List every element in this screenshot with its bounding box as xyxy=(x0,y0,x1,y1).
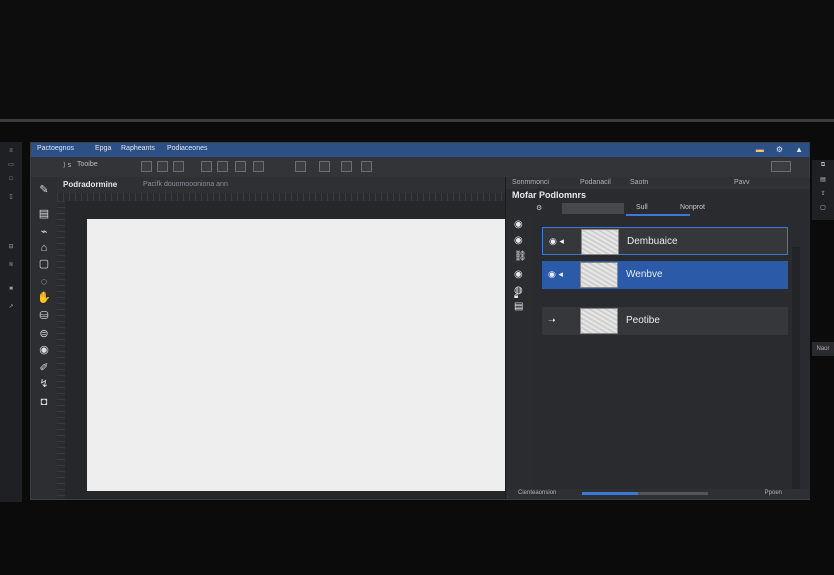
layer-visibility-icon[interactable]: ◉ ◂ xyxy=(549,236,564,247)
option-dropdown[interactable] xyxy=(771,161,791,172)
left-sliver-item[interactable]: ■ xyxy=(0,282,22,296)
right-sliver-icon[interactable]: ▢ xyxy=(816,204,830,214)
options-bar: ⟩ s Tooibe xyxy=(31,157,809,178)
right-sliver-icon[interactable]: ⧉ xyxy=(816,162,830,172)
panel-scrollbar[interactable] xyxy=(792,247,800,497)
footer-progress[interactable] xyxy=(582,492,638,495)
camera-icon[interactable]: ◘ xyxy=(36,395,52,409)
shape-tool-icon[interactable]: ⌂ xyxy=(36,241,52,255)
panel-title-prefix: Mofar xyxy=(512,190,537,200)
left-sliver-item[interactable]: ▭ xyxy=(0,158,22,172)
left-sliver-item[interactable]: ⊟ xyxy=(0,240,22,254)
layers-panel: Sonmmonci Podanacil Saotn Pavv Mofar Pod… xyxy=(505,177,810,499)
canvas[interactable] xyxy=(87,219,507,491)
right-sliver-icon[interactable]: ⇪ xyxy=(816,190,830,200)
layer-row-selected[interactable]: ◉ ◂ Wenbve xyxy=(542,261,788,289)
footer-right-label: Ppoen xyxy=(764,490,782,496)
panel-title-text: Podlomnrs xyxy=(539,190,587,200)
background-top xyxy=(0,0,834,120)
menu-item[interactable]: Epga xyxy=(95,145,111,152)
right-app-sliver: ⧉ ▤ ⇪ ▢ xyxy=(812,160,834,220)
left-sliver-item[interactable]: ≡ xyxy=(0,144,22,158)
left-sliver-item[interactable]: ≋ xyxy=(0,258,22,272)
divider xyxy=(0,119,834,122)
lock-icon[interactable]: 🔒︎ xyxy=(514,291,518,301)
panel-tabs: ⚙ Sull Nonprot xyxy=(536,203,796,215)
settings-icon[interactable]: ⚙ xyxy=(776,145,783,154)
panel-header-tab[interactable]: Sonmmonci xyxy=(512,179,549,186)
lasso-icon[interactable]: ◌ xyxy=(36,275,52,289)
crop-icon[interactable]: ▢ xyxy=(36,257,52,271)
document-tab[interactable]: Podradormine Pacifk douomoooniona ann xyxy=(57,177,507,193)
panel-tab[interactable]: Sull xyxy=(636,204,648,211)
layer-name: Wenbve xyxy=(626,269,663,280)
option-button[interactable] xyxy=(235,161,246,172)
pen-tool-icon[interactable]: ⌁ xyxy=(36,225,52,239)
layer-row[interactable]: ◉ ◂ Dembuaice xyxy=(542,227,788,255)
vertical-ruler xyxy=(57,201,65,499)
left-sliver-item[interactable]: ▯ xyxy=(0,190,22,204)
left-app-sliver: ≡ ▭ □ ▯ ⊟ ≋ ■ ↗ xyxy=(0,142,22,502)
eraser-icon[interactable]: ↯ xyxy=(36,377,52,391)
horizontal-ruler xyxy=(57,193,507,201)
footer-label: Cienteaonsion xyxy=(518,490,557,496)
menu-item[interactable]: Rapheants xyxy=(121,145,155,152)
panel-footer: Cienteaonsion Ppoen xyxy=(506,489,810,499)
footer-progress-track[interactable] xyxy=(638,492,708,495)
menu-item[interactable]: Pactoegnos xyxy=(37,145,74,152)
layer-thumbnail xyxy=(580,262,618,288)
user-icon[interactable]: ▲ xyxy=(795,145,803,154)
layer-name: Dembuaice xyxy=(627,236,678,247)
panel-header-tab[interactable]: Saotn xyxy=(630,179,648,186)
option-button[interactable] xyxy=(361,161,372,172)
right-sliver-label: Naor xyxy=(812,342,834,356)
left-sliver-item[interactable]: ↗ xyxy=(0,300,22,314)
panel-title: Mofar Podlomnrs xyxy=(512,190,586,200)
eye-icon[interactable]: ◉ xyxy=(514,219,523,230)
pencil-icon[interactable]: ✐ xyxy=(36,361,52,375)
visibility-column: ◉ ◉ ⛓ ◉ ◍ ▤ xyxy=(506,215,534,499)
hand-icon[interactable]: ✋ xyxy=(36,291,52,305)
layer-row[interactable]: ➝ Peotibe xyxy=(542,307,788,335)
layer-thumbnail xyxy=(580,308,618,334)
stamp-icon[interactable]: ⛁ xyxy=(36,309,52,323)
panel-tab[interactable]: Nonprot xyxy=(680,204,705,211)
circle-tool-button[interactable] xyxy=(217,161,228,172)
heal-icon[interactable]: ⊜ xyxy=(36,327,52,341)
option-button[interactable] xyxy=(141,161,152,172)
right-sliver-icon[interactable]: ▤ xyxy=(816,176,830,186)
editor-window: Pactoegnos Epga Rapheants Podiaceones ▬ … xyxy=(30,142,810,500)
tools-panel: ✎ ▤ ⌁ ⌂ ▢ ◌ ✋ ⛁ ⊜ ◉ ✐ ↯ ◘ xyxy=(31,177,58,499)
menubar: Pactoegnos Epga Rapheants Podiaceones ▬ … xyxy=(31,143,809,157)
layer-visibility-icon[interactable]: ◉ ◂ xyxy=(548,269,563,280)
panel-header-tab[interactable]: Pavv xyxy=(734,179,750,186)
layer-link-icon[interactable]: ➝ xyxy=(548,315,556,326)
brush-icon[interactable]: ✎ xyxy=(36,183,52,197)
layers-tool-icon[interactable]: ▤ xyxy=(36,207,52,221)
layer-name: Peotibe xyxy=(626,315,660,326)
eye-icon[interactable]: ◉ xyxy=(514,269,523,280)
option-button[interactable] xyxy=(253,161,264,172)
document-subtitle: Pacifk douomoooniona ann xyxy=(143,181,228,188)
document-title: Podradormine xyxy=(63,180,118,189)
option-button[interactable] xyxy=(201,161,212,172)
option-button[interactable] xyxy=(319,161,330,172)
option-button[interactable] xyxy=(341,161,352,172)
eye-tool-icon[interactable]: ◉ xyxy=(36,343,52,357)
chain-icon[interactable]: ⛓ xyxy=(514,251,527,262)
options-arrow-icon[interactable]: ⟩ s xyxy=(63,161,71,169)
eye-icon[interactable]: ◉ xyxy=(514,235,523,246)
layer-thumbnail xyxy=(581,229,619,255)
panel-header: Sonmmonci Podanacil Saotn Pavv xyxy=(506,177,810,189)
folder-icon[interactable]: ▬ xyxy=(756,145,764,154)
options-label: Tooibe xyxy=(77,161,98,168)
option-button[interactable] xyxy=(157,161,168,172)
mask-icon[interactable]: ▤ xyxy=(514,301,523,312)
option-button[interactable] xyxy=(173,161,184,172)
menu-item[interactable]: Podiaceones xyxy=(167,145,207,152)
option-button[interactable] xyxy=(295,161,306,172)
left-sliver-item[interactable]: □ xyxy=(0,172,22,186)
panel-header-tab[interactable]: Podanacil xyxy=(580,179,611,186)
panel-tab-icon[interactable]: ⚙ xyxy=(536,204,542,212)
